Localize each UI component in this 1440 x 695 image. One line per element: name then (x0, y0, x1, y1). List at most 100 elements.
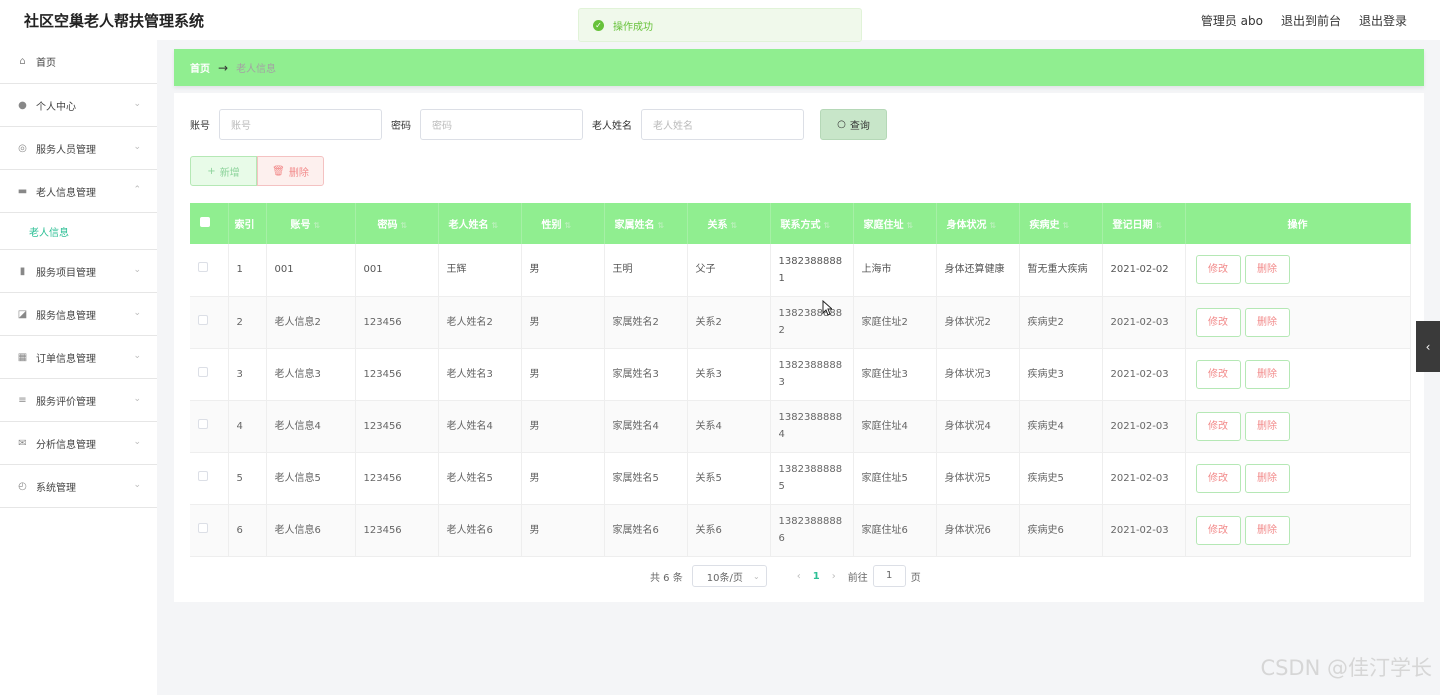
sidebar-item-analysis[interactable]: ✉ 分析信息管理 ⌄ (0, 422, 157, 465)
cell-elder-name: 老人姓名4 (438, 400, 522, 453)
col-header-password[interactable]: 密码 ⇅ (355, 203, 439, 244)
col-header-account[interactable]: 账号 ⇅ (266, 203, 356, 244)
cell-relation: 父子 (687, 244, 771, 297)
exit-to-front-link[interactable]: 退出到前台 (1281, 12, 1341, 29)
row-checkbox[interactable] (198, 522, 208, 533)
row-checkbox[interactable] (198, 418, 208, 429)
sort-icon[interactable]: ⇅ (1156, 221, 1163, 230)
chevron-left-icon: ‹ (1425, 339, 1431, 354)
row-checkbox[interactable] (198, 314, 208, 325)
sort-icon[interactable]: ⇅ (565, 221, 572, 230)
cell-actions: 修改 删除 (1185, 504, 1411, 557)
cell-address: 家庭住址2 (853, 296, 937, 349)
sort-icon[interactable]: ⇅ (401, 221, 408, 230)
sidebar-item-service-info[interactable]: ◪ 服务信息管理 ⌄ (0, 293, 157, 336)
logout-link[interactable]: 退出登录 (1359, 12, 1407, 29)
sort-icon[interactable]: ⇅ (1063, 221, 1070, 230)
sidebar-item-staff[interactable]: ◎ 服务人员管理 ⌄ (0, 127, 157, 170)
chevron-up-icon: ⌃ (133, 185, 141, 195)
row-select-cell[interactable] (190, 452, 229, 505)
cell-password: 123456 (355, 452, 439, 505)
sidebar-item-system[interactable]: ◴ 系统管理 ⌄ (0, 465, 157, 508)
row-select-cell[interactable] (190, 296, 229, 349)
col-header-date[interactable]: 登记日期 ⇅ (1102, 203, 1186, 244)
account-input[interactable]: 账号 (219, 109, 382, 140)
row-select-cell[interactable] (190, 244, 229, 297)
sort-icon[interactable]: ⇅ (824, 221, 831, 230)
row-select-cell[interactable] (190, 400, 229, 453)
cell-index: 3 (228, 348, 267, 401)
current-user-label: 管理员 abo (1200, 14, 1263, 28)
delete-button[interactable]: 删除 (1244, 515, 1290, 545)
col-header-relation[interactable]: 关系 ⇅ (687, 203, 771, 244)
delete-button[interactable]: 删除 (1244, 255, 1290, 285)
sidebar-item-elder-info[interactable]: ▬ 老人信息管理 ⌃ (0, 170, 157, 213)
batch-delete-button[interactable]: 🗑 删除 (257, 156, 324, 186)
cell-relation: 关系5 (687, 452, 771, 505)
sidebar-item-service-items[interactable]: ▮ 服务项目管理 ⌄ (0, 250, 157, 293)
sidebar-item-home[interactable]: ⌂ 首页 (0, 40, 157, 84)
sidebar-subitem-elder-info[interactable]: 老人信息 (0, 213, 157, 250)
cell-gender: 男 (521, 348, 605, 401)
page-size-select[interactable]: 10条/页 ⌄ (691, 565, 767, 587)
row-checkbox[interactable] (198, 470, 208, 481)
chart-icon: ◪ (17, 308, 28, 320)
next-page-button[interactable]: › (832, 571, 836, 582)
cell-relation: 关系4 (687, 400, 771, 453)
password-input[interactable]: 密码 (420, 109, 583, 140)
sort-icon[interactable]: ⇅ (658, 221, 665, 230)
page-number-current[interactable]: 1 (813, 571, 820, 582)
edit-button[interactable]: 修改 (1195, 463, 1241, 493)
search-button[interactable]: ○ 查询 (820, 109, 887, 140)
prev-page-button[interactable]: ‹ (797, 571, 801, 582)
sort-icon[interactable]: ⇅ (314, 221, 321, 230)
col-header-family-name[interactable]: 家属姓名 ⇅ (604, 203, 688, 244)
sort-icon[interactable]: ⇅ (731, 221, 738, 230)
edit-button[interactable]: 修改 (1195, 515, 1241, 545)
sort-icon[interactable]: ⇅ (907, 221, 914, 230)
goto-page-input[interactable]: 1 (872, 565, 906, 587)
cell-date: 2021-02-03 (1102, 400, 1186, 453)
chevron-down-icon: ⌄ (133, 351, 141, 361)
sidebar-item-personal-center[interactable]: ● 个人中心 ⌄ (0, 84, 157, 127)
elder-name-input[interactable]: 老人姓名 (641, 109, 804, 140)
sort-icon[interactable]: ⇅ (492, 221, 499, 230)
user-icon: ● (18, 99, 27, 111)
select-all-header[interactable] (190, 203, 229, 244)
sort-icon[interactable]: ⇅ (990, 221, 997, 230)
breadcrumb-home[interactable]: 首页 (190, 60, 210, 75)
col-header-disease[interactable]: 疾病史 ⇅ (1019, 203, 1103, 244)
contact-line-2: 3 (778, 377, 785, 388)
contact-line-1: 1382388888 (778, 360, 843, 371)
sidebar-item-reviews[interactable]: ≡ 服务评价管理 ⌄ (0, 379, 157, 422)
cell-address: 上海市 (853, 244, 937, 297)
col-header-contact[interactable]: 联系方式 ⇅ (770, 203, 854, 244)
row-select-cell[interactable] (190, 348, 229, 401)
edit-button[interactable]: 修改 (1195, 359, 1241, 389)
cell-family-name: 家属姓名3 (604, 348, 688, 401)
col-header-health[interactable]: 身体状况 ⇅ (936, 203, 1020, 244)
delete-button[interactable]: 删除 (1244, 307, 1290, 337)
edit-button[interactable]: 修改 (1195, 411, 1241, 441)
check-circle-icon: ✓ (593, 19, 604, 31)
delete-button[interactable]: 删除 (1244, 463, 1290, 493)
row-checkbox[interactable] (198, 366, 208, 377)
col-header-address[interactable]: 家庭住址 ⇅ (853, 203, 937, 244)
sidebar-item-orders[interactable]: ▦ 订单信息管理 ⌄ (0, 336, 157, 379)
cell-index: 1 (228, 244, 267, 297)
col-header-elder-name[interactable]: 老人姓名 ⇅ (438, 203, 522, 244)
edit-button[interactable]: 修改 (1195, 255, 1241, 285)
side-panel-toggle[interactable]: ‹ (1416, 321, 1440, 372)
sidebar-item-label: 服务人员管理 (36, 144, 96, 156)
row-select-cell[interactable] (190, 504, 229, 557)
col-header-gender[interactable]: 性别 ⇅ (521, 203, 605, 244)
cell-actions: 修改 删除 (1185, 296, 1411, 349)
add-button[interactable]: + 新增 (190, 156, 257, 186)
edit-button[interactable]: 修改 (1195, 307, 1241, 337)
delete-button[interactable]: 删除 (1244, 411, 1290, 441)
select-all-checkbox[interactable] (200, 217, 210, 227)
table-row: 2 老人信息2 123456 老人姓名2 男 家属姓名2 关系2 1382388… (190, 296, 1411, 349)
row-checkbox[interactable] (198, 262, 208, 273)
delete-button[interactable]: 删除 (1244, 359, 1290, 389)
cell-address: 家庭住址5 (853, 452, 937, 505)
